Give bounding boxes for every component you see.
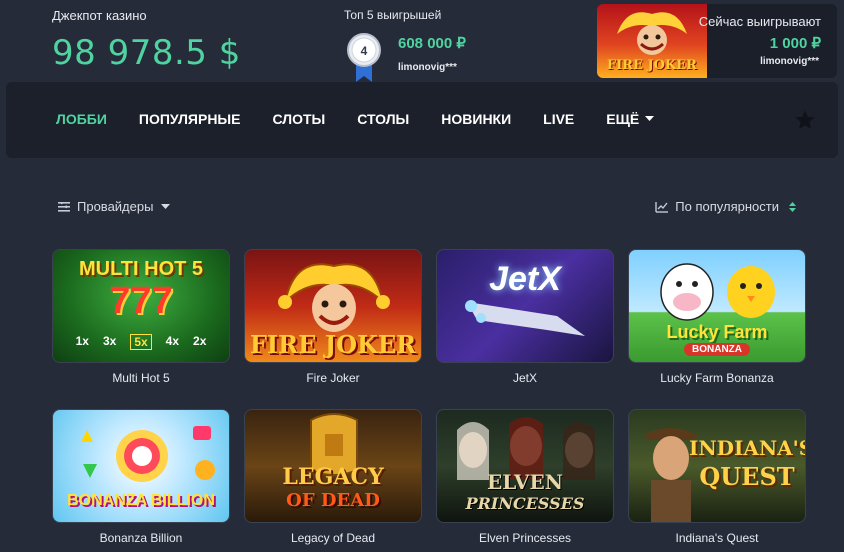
game-title[interactable]: Multi Hot 5 — [52, 371, 230, 385]
multiplier: 1x — [75, 334, 89, 348]
game-card-bonanza-billion[interactable]: BONANZA BILLION Bonanza Billion — [52, 409, 230, 552]
game-card-elven-princesses[interactable]: ELVEN PRINCESSES Elven Princesses — [436, 409, 614, 552]
providers-label: Провайдеры — [77, 199, 154, 214]
providers-filter[interactable]: Провайдеры — [58, 199, 177, 214]
top-winnings-block[interactable]: Топ 5 выигрышей 4 608 000 ₽ limonovig*** — [344, 8, 544, 82]
jackpot-block: Джекпот казино 98 978.5 $ — [52, 8, 241, 73]
now-winning-user: limonovig*** — [760, 56, 819, 67]
game-thumbnail[interactable]: FIRE JOKER — [244, 249, 422, 363]
game-thumbnail[interactable]: BONANZA BILLION — [52, 409, 230, 523]
top-bar: Джекпот казино 98 978.5 $ Топ 5 выигрыше… — [0, 0, 844, 82]
nav-item-tables[interactable]: СТОЛЫ — [357, 111, 409, 127]
game-card-multi-hot-5[interactable]: MULTI HOT 5 777 1x 3x 5x 4x 2x Multi Hot… — [52, 249, 230, 409]
multiplier: 5x — [130, 334, 152, 350]
multiplier: 2x — [193, 334, 207, 348]
nav-item-lobby[interactable]: ЛОББИ — [56, 111, 107, 127]
multiplier: 3x — [102, 334, 117, 348]
game-thumbnail[interactable]: ELVEN PRINCESSES — [436, 409, 614, 523]
game-logo-sub: PRINCESSES — [465, 494, 585, 513]
sevens-icon: 777 — [109, 280, 173, 322]
game-logo: Lucky Farm — [666, 322, 768, 342]
game-title[interactable]: JetX — [436, 371, 614, 385]
nav-more-label: ЕЩЁ — [606, 111, 640, 127]
nav-more-dropdown[interactable]: ЕЩЁ — [606, 111, 655, 127]
game-logo: LEGACY — [282, 464, 384, 490]
game-thumbnail[interactable]: MULTI HOT 5 777 1x 3x 5x 4x 2x — [52, 249, 230, 363]
sort-updown-icon — [789, 201, 796, 212]
caret-down-icon — [161, 203, 171, 209]
game-logo-sub: BONANZA — [629, 343, 805, 356]
game-card-fire-joker[interactable]: FIRE JOKER Fire Joker — [244, 249, 422, 409]
now-winning-thumbnail: FIRE JOKER — [597, 4, 707, 78]
game-thumbnail[interactable]: Lucky Farm BONANZA — [628, 249, 806, 363]
game-thumbnail[interactable]: INDIANA'S QUEST — [628, 409, 806, 523]
now-winning-label: Сейчас выигрывают — [698, 14, 821, 29]
now-winning-card[interactable]: FIRE JOKER Сейчас выигрывают 1 000 ₽ lim… — [597, 4, 837, 78]
game-logo: ELVEN — [487, 470, 563, 494]
game-card-indianas-quest[interactable]: INDIANA'S QUEST Indiana's Quest — [628, 409, 806, 552]
game-title[interactable]: Bonanza Billion — [52, 531, 230, 545]
game-logo: BONANZA BILLION — [67, 492, 215, 509]
chart-trend-icon — [655, 201, 669, 213]
jet-icon — [465, 300, 585, 336]
caret-down-icon — [645, 116, 655, 121]
game-title[interactable]: Elven Princesses — [436, 531, 614, 545]
top-winnings-user: limonovig*** — [398, 62, 457, 73]
game-card-legacy-of-dead[interactable]: LEGACY OF DEAD Legacy of Dead — [244, 409, 422, 552]
games-grid: MULTI HOT 5 777 1x 3x 5x 4x 2x Multi Hot… — [52, 249, 808, 552]
sort-select[interactable]: По популярности — [655, 199, 796, 214]
game-title[interactable]: Lucky Farm Bonanza — [628, 371, 806, 385]
game-card-lucky-farm-bonanza[interactable]: Lucky Farm BONANZA Lucky Farm Bonanza — [628, 249, 806, 409]
game-title[interactable]: Indiana's Quest — [628, 531, 806, 545]
game-logo: INDIANA'S — [689, 436, 806, 460]
game-title[interactable]: Legacy of Dead — [244, 531, 422, 545]
top-winnings-amount: 608 000 ₽ — [398, 35, 466, 52]
medal-icon: 4 — [347, 33, 381, 82]
nav-item-popular[interactable]: ПОПУЛЯРНЫЕ — [139, 111, 241, 127]
game-logo-sub: QUEST — [699, 462, 795, 491]
game-title[interactable]: Fire Joker — [244, 371, 422, 385]
game-thumbnail[interactable]: JetX — [436, 249, 614, 363]
nav-item-slots[interactable]: СЛОТЫ — [272, 111, 325, 127]
main-nav: ЛОББИ ПОПУЛЯРНЫЕ СЛОТЫ СТОЛЫ НОВИНКИ LIV… — [6, 82, 838, 158]
game-thumbnail[interactable]: LEGACY OF DEAD — [244, 409, 422, 523]
top-winnings-label: Топ 5 выигрышей — [344, 8, 442, 22]
now-winning-amount: 1 000 ₽ — [769, 35, 821, 52]
multiplier: 4x — [165, 334, 180, 348]
sort-label: По популярности — [675, 199, 779, 214]
game-logo-sub-text: BONANZA — [684, 343, 750, 356]
medal-rank: 4 — [361, 44, 368, 58]
jackpot-label: Джекпот казино — [52, 8, 147, 23]
game-logo-sub: OF DEAD — [286, 490, 380, 511]
jackpot-value: 98 978.5 $ — [52, 33, 241, 73]
nav-item-new[interactable]: НОВИНКИ — [441, 111, 511, 127]
game-logo: FIRE JOKER — [249, 330, 417, 359]
multiplier-row: 1x 3x 5x 4x 2x — [53, 334, 229, 350]
nav-item-live[interactable]: LIVE — [543, 111, 574, 127]
game-card-jetx[interactable]: JetX JetX — [436, 249, 614, 409]
now-winning-logo: FIRE JOKER — [606, 58, 698, 73]
filter-lines-icon — [58, 201, 70, 212]
star-icon[interactable] — [794, 109, 816, 131]
game-logo: MULTI HOT 5 — [78, 258, 204, 280]
nav-list: ЛОББИ ПОПУЛЯРНЫЕ СЛОТЫ СТОЛЫ НОВИНКИ LIV… — [56, 111, 686, 127]
